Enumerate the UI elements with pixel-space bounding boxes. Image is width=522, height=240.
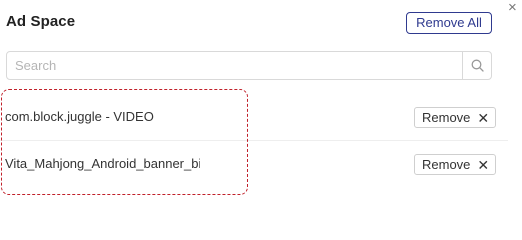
close-icon: ✕ xyxy=(477,109,490,126)
search-box xyxy=(6,51,492,80)
search-input[interactable] xyxy=(7,52,463,79)
list-item: Vita_Mahjong_Android_banner_bi Remove ✕ xyxy=(0,141,508,187)
ad-space-name: com.block.juggle - VIDEO xyxy=(5,109,154,124)
remove-button[interactable]: Remove ✕ xyxy=(414,107,497,128)
ad-space-name: Vita_Mahjong_Android_banner_bi xyxy=(5,156,200,171)
close-icon[interactable]: × xyxy=(508,0,517,15)
remove-label: Remove xyxy=(422,157,471,172)
remove-button[interactable]: Remove ✕ xyxy=(414,154,497,175)
remove-label: Remove xyxy=(422,110,471,125)
remove-all-button[interactable]: Remove All xyxy=(406,12,492,34)
dialog-title: Ad Space xyxy=(6,13,76,30)
search-icon[interactable] xyxy=(462,52,491,79)
close-icon: ✕ xyxy=(477,156,490,173)
list-item: com.block.juggle - VIDEO Remove ✕ xyxy=(0,94,508,141)
